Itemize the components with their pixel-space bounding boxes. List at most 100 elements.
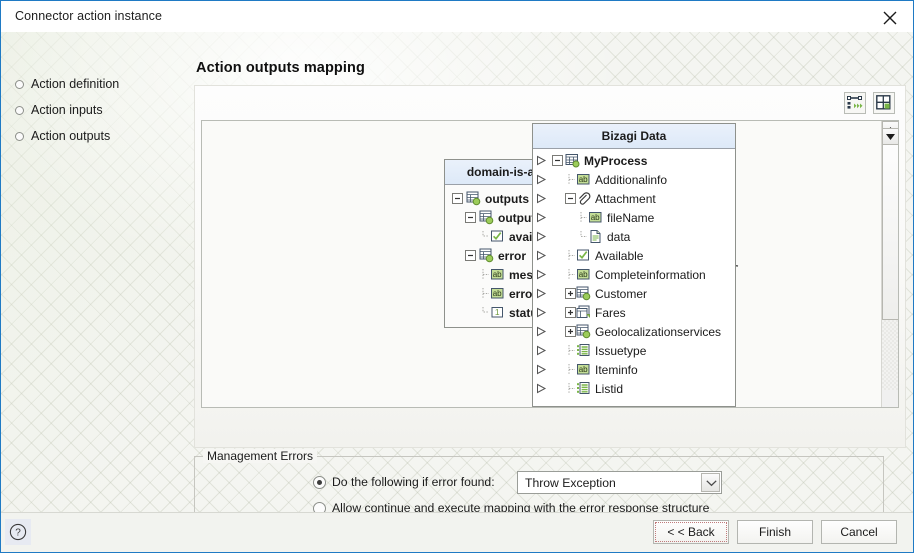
mapping-canvas[interactable]: domain-is-available outputs output error… [201,120,899,408]
window-title: Connector action instance [15,9,163,23]
title-bar: Connector action instance [1,1,913,32]
file-icon [588,229,603,244]
expander-plus-icon[interactable] [565,326,576,337]
mapping-port-icon[interactable] [536,326,547,337]
tree-node-attachment[interactable]: Attachment [533,189,735,208]
back-button[interactable]: < < Back [653,520,729,544]
scroll-down-button[interactable] [882,128,898,145]
tree-node-geolocalizationservices[interactable]: Geolocalizationservices [533,322,735,341]
mapping-port-icon[interactable] [536,364,547,375]
mapping-port-icon[interactable] [536,231,547,242]
expander-minus-icon[interactable] [465,212,476,223]
scroll-down-icon [886,134,895,140]
mapping-port-icon[interactable] [536,193,547,204]
tree-node-label: Completeinformation [595,267,706,282]
tree-guide [478,307,489,318]
sidebar-item-label: Action definition [31,77,120,91]
tree-node-completeinformation[interactable]: ab Completeinformation [533,265,735,284]
entity-icon [565,153,580,168]
tree-guide [565,250,576,261]
tree-guide [565,174,576,185]
expander-plus-icon[interactable] [565,307,576,318]
svg-text:?: ? [15,528,21,539]
expand-collapse-button[interactable] [873,92,895,114]
radio-do-following-label: Do the following if error found: [332,475,495,489]
sidebar-item-label: Action outputs [31,129,111,143]
tree-node-label: fileName [607,210,655,225]
sidebar-item-action-inputs[interactable]: Action inputs [15,101,103,119]
mapping-port-icon[interactable] [536,250,547,261]
tree-guide [565,269,576,280]
tree-node-label: Fares [595,305,626,320]
collection-icon [576,286,591,301]
attachment-icon [576,191,591,206]
tree-node-label: outputs [485,191,529,206]
tree-node-myprocess[interactable]: MyProcess [533,151,735,170]
collection-icon [576,324,591,339]
collection-icon [479,210,494,225]
auto-map-button[interactable] [844,92,866,114]
tree-node-label: Customer [595,286,648,301]
tree-node-available-target[interactable]: Available [533,246,735,265]
mapping-port-icon[interactable] [536,174,547,185]
tree-node-label: Listid [595,381,624,396]
tree-node-data[interactable]: data [533,227,735,246]
svg-text:ab: ab [579,365,588,374]
sidebar-item-action-outputs[interactable]: Action outputs [15,127,110,145]
content-area: Action outputs mapping domain-is-availab… [192,32,913,518]
tree-guide [565,383,576,394]
tree-node-additionalinfo[interactable]: ab Additionalinfo [533,170,735,189]
mapping-port-icon[interactable] [536,307,547,318]
mapping-port-icon[interactable] [536,288,547,299]
tree-node-label: output [498,210,536,225]
mapping-port-icon[interactable] [536,383,547,394]
tree-guide [565,345,576,356]
tree-node-filename[interactable]: ab fileName [533,208,735,227]
tree-guide [565,364,576,375]
dropdown-button[interactable] [701,473,720,492]
tree-node-label: Attachment [595,191,656,206]
tree-node-iteminfo[interactable]: ab Iteminfo [533,360,735,379]
number-icon: 1 [490,305,505,320]
dialog-footer: ? < < Back Finish Cancel [1,512,913,552]
tree-guide [478,231,489,242]
canvas-vertical-scrollbar[interactable] [881,121,898,407]
step-bullet-icon [15,131,24,141]
radio-do-following[interactable] [313,475,326,489]
help-icon: ? [9,523,27,541]
target-tree-rows: MyProcess ab Additionalinfo Attachment a… [533,149,735,398]
tree-node-customer[interactable]: Customer [533,284,735,303]
radio-row-throw[interactable]: Do the following if error found: [313,475,495,489]
step-bullet-icon [15,79,24,89]
close-button[interactable] [867,1,913,32]
string-icon: ab [490,286,505,301]
svg-text:ab: ab [591,213,600,222]
mapping-port-icon[interactable] [536,269,547,280]
expander-plus-icon[interactable] [565,288,576,299]
error-action-value: Throw Exception [525,476,616,490]
string-icon: ab [576,172,591,187]
scrollbar-thumb[interactable] [882,143,898,320]
error-action-dropdown[interactable]: Throw Exception [517,471,722,494]
sidebar-item-action-definition[interactable]: Action definition [15,75,119,93]
mapping-panel: domain-is-available outputs output error… [194,85,906,448]
cancel-button[interactable]: Cancel [821,520,897,544]
mapping-port-icon[interactable] [536,345,547,356]
mapping-port-icon[interactable] [536,212,547,223]
tree-node-issuetype[interactable]: Issuetype [533,341,735,360]
expander-minus-icon[interactable] [552,155,563,166]
expand-collapse-icon [876,95,891,110]
tree-guide [577,231,588,242]
tree-node-label: error [498,248,527,263]
help-button[interactable]: ? [5,519,31,545]
target-tree: Bizagi Data MyProcess ab Additionalinfo … [532,123,736,407]
sidebar-item-label: Action inputs [31,103,103,117]
finish-button[interactable]: Finish [737,520,813,544]
list-icon [576,381,591,396]
expander-minus-icon[interactable] [452,193,463,204]
expander-minus-icon[interactable] [465,250,476,261]
mapping-port-icon[interactable] [536,155,547,166]
expander-minus-icon[interactable] [565,193,576,204]
tree-node-listid[interactable]: Listid [533,379,735,398]
tree-node-fares[interactable]: Fares [533,303,735,322]
